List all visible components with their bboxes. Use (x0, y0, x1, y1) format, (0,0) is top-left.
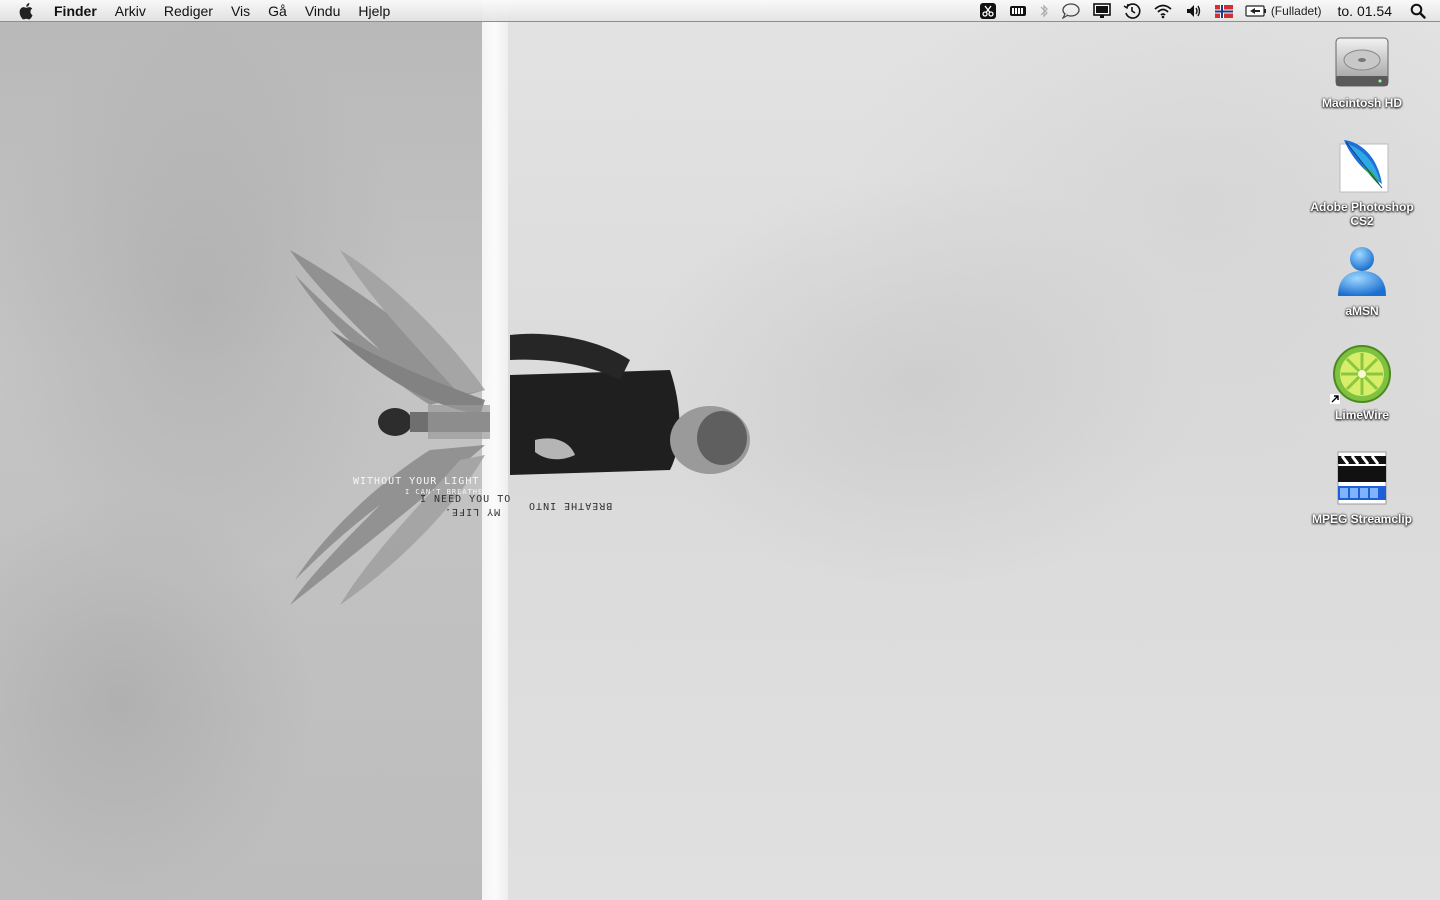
desktop-icon-macintosh-hd[interactable]: Macintosh HD (1302, 30, 1422, 110)
desktop[interactable]: WITHOUT YOUR LIGHT I CAN'T BREATHE I NEE… (0, 0, 1440, 900)
spotlight-search-icon (1410, 3, 1426, 19)
menu-vindu[interactable]: Vindu (296, 0, 350, 22)
menu-vis[interactable]: Vis (222, 0, 259, 22)
spotlight-button[interactable] (1404, 0, 1440, 22)
battery-status-text: (Fulladet) (1270, 4, 1322, 18)
menu-extra-volume[interactable] (1179, 0, 1209, 22)
time-machine-icon (1123, 3, 1141, 19)
amsn-buddy-icon (1338, 247, 1386, 296)
menu-extra-input-source[interactable] (1209, 0, 1239, 22)
desktop-icon-adobe-photoshop[interactable]: Adobe Photoshop CS2 (1302, 134, 1422, 228)
display-icon (1093, 3, 1111, 18)
wallpaper-artwork: WITHOUT YOUR LIGHT I CAN'T BREATHE I NEE… (270, 230, 770, 635)
menu-extra-battery[interactable]: (Fulladet) (1239, 0, 1328, 22)
battery-bar-icon (1009, 6, 1026, 16)
desktop-icon-amsn[interactable]: aMSN (1302, 238, 1422, 318)
apple-icon (19, 3, 33, 20)
menu-extra-bluetooth[interactable] (1033, 0, 1055, 22)
clapperboard-icon (1337, 451, 1387, 505)
desktop-icon-label: MPEG Streamclip (1311, 512, 1413, 526)
menu-extra-display[interactable] (1087, 0, 1117, 22)
desktop-icon-mpeg-streamclip[interactable]: MPEG Streamclip (1302, 446, 1422, 526)
desktop-icon-label: LimeWire (1335, 408, 1389, 422)
wifi-icon (1154, 4, 1172, 19)
battery-icon (1245, 5, 1266, 17)
chat-bubble-icon (1061, 3, 1080, 19)
wallpaper-quote-line5: MY LIFE. (444, 506, 501, 517)
desktop-icon-label: Adobe Photoshop CS2 (1310, 200, 1414, 228)
norway-flag-icon (1214, 4, 1233, 18)
menu-extra-time-machine[interactable] (1117, 0, 1147, 22)
menu-extra-battery-bar[interactable] (1003, 0, 1033, 22)
apple-menu[interactable] (0, 0, 54, 22)
wallpaper-quote-line3: I NEED YOU TO (420, 494, 512, 505)
menu-bar-status-area: (Fulladet) to. 01.54 (973, 0, 1440, 22)
desktop-icon-label: aMSN (1345, 304, 1379, 318)
limewire-icon (1333, 345, 1391, 403)
desktop-icon-limewire[interactable]: LimeWire (1302, 342, 1422, 422)
photoshop-feather-icon (1339, 140, 1389, 193)
menu-ga[interactable]: Gå (259, 0, 296, 22)
menu-rediger[interactable]: Rediger (155, 0, 222, 22)
menu-app-finder[interactable]: Finder (54, 0, 106, 22)
menu-bar: Finder Arkiv Rediger Vis Gå Vindu Hjelp (0, 0, 1440, 22)
winged-figure-art (290, 250, 750, 605)
scissors-icon (979, 3, 996, 19)
bluetooth-icon (1040, 4, 1048, 18)
wallpaper-quote-line1: WITHOUT YOUR LIGHT (353, 476, 480, 487)
menu-hjelp[interactable]: Hjelp (349, 0, 399, 22)
wallpaper: WITHOUT YOUR LIGHT I CAN'T BREATHE I NEE… (0, 0, 1440, 900)
alias-arrow-icon (1330, 394, 1340, 404)
hard-drive-icon (1335, 37, 1389, 87)
wallpaper-quote-line4: BREATHE INTO (528, 500, 613, 511)
volume-icon (1186, 5, 1201, 17)
menu-clock[interactable]: to. 01.54 (1328, 0, 1405, 22)
menu-extra-wifi[interactable] (1147, 0, 1179, 22)
menu-bar-left: Finder Arkiv Rediger Vis Gå Vindu Hjelp (0, 0, 399, 22)
desktop-icon-label: Macintosh HD (1321, 96, 1402, 110)
menu-extra-chat[interactable] (1055, 0, 1087, 22)
menu-arkiv[interactable]: Arkiv (106, 0, 155, 22)
menu-extra-scissors[interactable] (973, 0, 1003, 22)
